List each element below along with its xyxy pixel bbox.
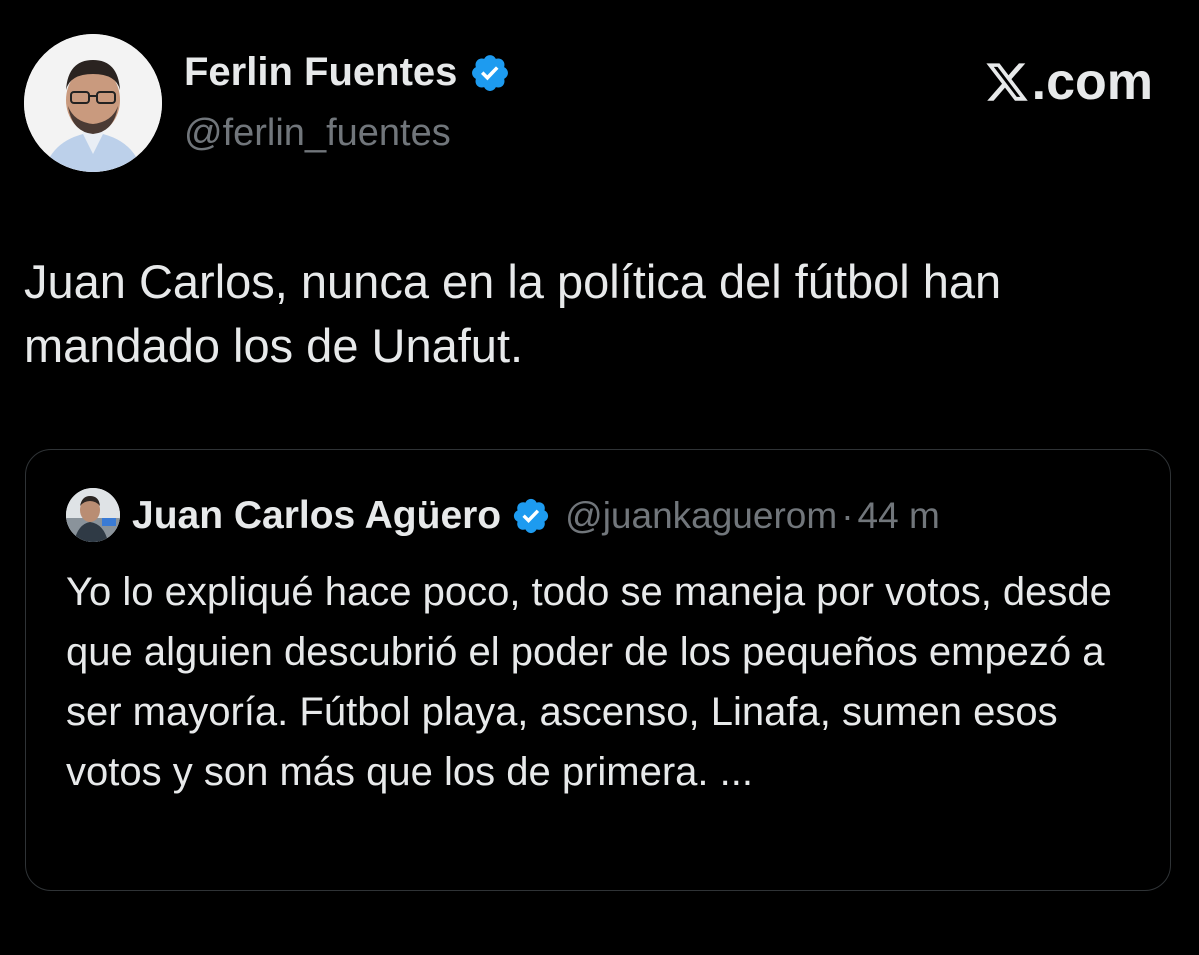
brand-label: .com [1031,53,1153,111]
quoted-verified-badge-icon [514,498,549,534]
x-brand: .com [984,52,1153,112]
verified-badge-icon [472,54,509,91]
quoted-author-avatar-image [66,488,120,542]
quoted-author-avatar[interactable] [66,488,120,542]
author-display-name[interactable]: Ferlin Fuentes [184,50,457,95]
author-name-row: Ferlin Fuentes [184,50,511,95]
quoted-timestamp[interactable]: 44 m [858,495,940,537]
quoted-separator: · [841,495,854,536]
quoted-display-name[interactable]: Juan Carlos Agüero [132,494,501,538]
x-logo-icon [986,63,1028,101]
author-avatar[interactable] [24,34,162,172]
quoted-handle[interactable]: @juankaguerom [565,495,837,537]
tweet-text: Juan Carlos, nunca en la política del fú… [24,255,1002,372]
quoted-text: Yo lo expliqué hace poco, todo se maneja… [66,570,1112,794]
quoted-tweet[interactable]: Juan Carlos Agüero @juankaguerom · 44 m … [25,449,1171,891]
author-handle[interactable]: @ferlin_fuentes [184,112,451,155]
author-avatar-image [24,34,162,172]
quoted-header: Juan Carlos Agüero @juankaguerom · 44 m [132,488,940,544]
